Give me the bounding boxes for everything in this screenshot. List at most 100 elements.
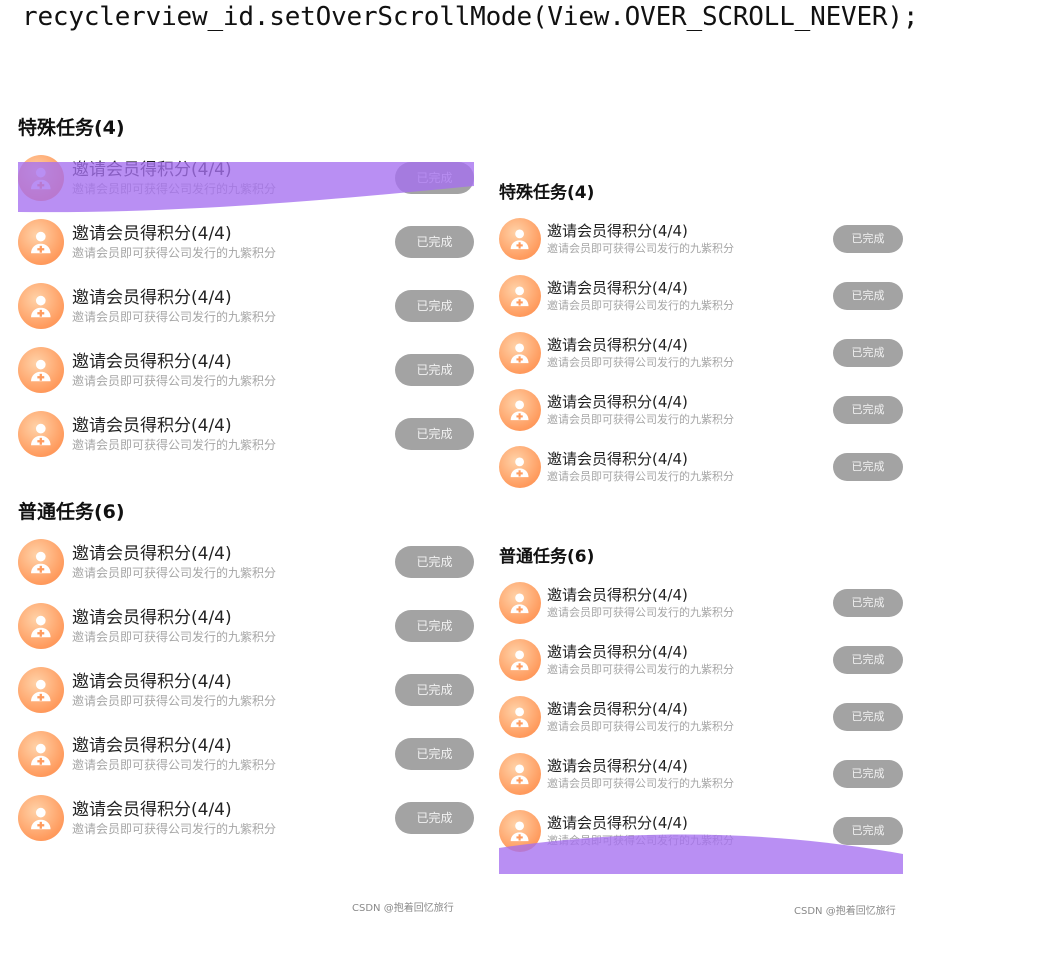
task-row[interactable]: 邀请会员得积分(4/4) 邀请会员即可获得公司发行的九紫积分 已完成	[18, 722, 474, 786]
task-description: 邀请会员即可获得公司发行的九紫积分	[72, 374, 277, 388]
completed-button[interactable]: 已完成	[833, 645, 903, 674]
task-description: 邀请会员即可获得公司发行的九紫积分	[72, 566, 277, 580]
task-title: 邀请会员得积分(4/4)	[72, 224, 232, 244]
task-title: 邀请会员得积分(4/4)	[547, 643, 688, 661]
task-title: 邀请会员得积分(4/4)	[72, 288, 232, 308]
completed-button[interactable]: 已完成	[395, 418, 474, 450]
task-title: 邀请会员得积分(4/4)	[72, 160, 232, 180]
task-row[interactable]: 邀请会员得积分(4/4) 邀请会员即可获得公司发行的九紫积分 已完成	[18, 210, 474, 274]
task-title: 邀请会员得积分(4/4)	[72, 352, 232, 372]
task-row[interactable]: 邀请会员得积分(4/4) 邀请会员即可获得公司发行的九紫积分 已完成	[18, 594, 474, 658]
task-title: 邀请会员得积分(4/4)	[547, 336, 688, 354]
task-row[interactable]: 邀请会员得积分(4/4) 邀请会员即可获得公司发行的九紫积分 已完成	[499, 381, 903, 438]
completed-button[interactable]: 已完成	[395, 162, 474, 194]
task-row[interactable]: 邀请会员得积分(4/4) 邀请会员即可获得公司发行的九紫积分 已完成	[499, 802, 903, 859]
person-add-icon	[18, 219, 64, 265]
completed-button[interactable]: 已完成	[395, 610, 474, 642]
section-title-special: 特殊任务(4)	[18, 117, 125, 139]
completed-button[interactable]: 已完成	[395, 546, 474, 578]
special-task-list[interactable]: 邀请会员得积分(4/4) 邀请会员即可获得公司发行的九紫积分 已完成 邀请会员得积分(…	[18, 146, 474, 466]
task-row[interactable]: 邀请会员得积分(4/4) 邀请会员即可获得公司发行的九紫积分 已完成	[499, 438, 903, 495]
task-row[interactable]: 邀请会员得积分(4/4) 邀请会员即可获得公司发行的九紫积分 已完成	[499, 688, 903, 745]
task-description: 邀请会员即可获得公司发行的九紫积分	[547, 720, 734, 733]
task-title: 邀请会员得积分(4/4)	[547, 700, 688, 718]
task-row[interactable]: 邀请会员得积分(4/4) 邀请会员即可获得公司发行的九紫积分 已完成	[499, 210, 903, 267]
task-text: 邀请会员得积分(4/4) 邀请会员即可获得公司发行的九紫积分	[72, 224, 395, 260]
special-task-list[interactable]: 邀请会员得积分(4/4) 邀请会员即可获得公司发行的九紫积分 已完成 邀请会员得积分(…	[499, 210, 903, 495]
task-text: 邀请会员得积分(4/4) 邀请会员即可获得公司发行的九紫积分	[72, 416, 395, 452]
person-add-icon	[499, 752, 541, 795]
completed-button[interactable]: 已完成	[833, 702, 903, 731]
task-title: 邀请会员得积分(4/4)	[547, 393, 688, 411]
task-row[interactable]: 邀请会员得积分(4/4) 邀请会员即可获得公司发行的九紫积分 已完成	[499, 631, 903, 688]
task-description: 邀请会员即可获得公司发行的九紫积分	[72, 822, 277, 836]
task-title: 邀请会员得积分(4/4)	[547, 586, 688, 604]
task-description: 邀请会员即可获得公司发行的九紫积分	[547, 413, 734, 426]
completed-button[interactable]: 已完成	[833, 759, 903, 788]
task-title: 邀请会员得积分(4/4)	[72, 608, 232, 628]
completed-button[interactable]: 已完成	[395, 674, 474, 706]
completed-button[interactable]: 已完成	[833, 816, 903, 845]
person-add-icon	[18, 603, 64, 649]
task-text: 邀请会员得积分(4/4) 邀请会员即可获得公司发行的九紫积分	[547, 643, 833, 676]
task-text: 邀请会员得积分(4/4) 邀请会员即可获得公司发行的九紫积分	[72, 672, 395, 708]
task-row[interactable]: 邀请会员得积分(4/4) 邀请会员即可获得公司发行的九紫积分 已完成	[499, 574, 903, 631]
person-add-icon	[18, 539, 64, 585]
task-description: 邀请会员即可获得公司发行的九紫积分	[547, 777, 734, 790]
task-title: 邀请会员得积分(4/4)	[547, 814, 688, 832]
task-description: 邀请会员即可获得公司发行的九紫积分	[72, 246, 277, 260]
completed-button[interactable]: 已完成	[833, 224, 903, 253]
task-row[interactable]: 邀请会员得积分(4/4) 邀请会员即可获得公司发行的九紫积分 已完成	[18, 402, 474, 466]
task-text: 邀请会员得积分(4/4) 邀请会员即可获得公司发行的九紫积分	[547, 450, 833, 483]
normal-task-list[interactable]: 邀请会员得积分(4/4) 邀请会员即可获得公司发行的九紫积分 已完成 邀请会员得积分(…	[499, 574, 903, 859]
completed-button[interactable]: 已完成	[395, 226, 474, 258]
task-text: 邀请会员得积分(4/4) 邀请会员即可获得公司发行的九紫积分	[72, 608, 395, 644]
task-description: 邀请会员即可获得公司发行的九紫积分	[547, 299, 734, 312]
task-row[interactable]: 邀请会员得积分(4/4) 邀请会员即可获得公司发行的九紫积分 已完成	[499, 745, 903, 802]
task-text: 邀请会员得积分(4/4) 邀请会员即可获得公司发行的九紫积分	[547, 757, 833, 790]
completed-button[interactable]: 已完成	[395, 354, 474, 386]
task-text: 邀请会员得积分(4/4) 邀请会员即可获得公司发行的九紫积分	[547, 814, 833, 847]
task-text: 邀请会员得积分(4/4) 邀请会员即可获得公司发行的九紫积分	[547, 336, 833, 369]
task-row[interactable]: 邀请会员得积分(4/4) 邀请会员即可获得公司发行的九紫积分 已完成	[18, 146, 474, 210]
person-add-icon	[499, 695, 541, 738]
completed-button[interactable]: 已完成	[833, 395, 903, 424]
completed-button[interactable]: 已完成	[833, 338, 903, 367]
task-row[interactable]: 邀请会员得积分(4/4) 邀请会员即可获得公司发行的九紫积分 已完成	[18, 658, 474, 722]
task-description: 邀请会员即可获得公司发行的九紫积分	[72, 694, 277, 708]
task-row[interactable]: 邀请会员得积分(4/4) 邀请会员即可获得公司发行的九紫积分 已完成	[18, 530, 474, 594]
completed-button[interactable]: 已完成	[395, 802, 474, 834]
completed-button[interactable]: 已完成	[833, 588, 903, 617]
person-add-icon	[18, 795, 64, 841]
person-add-icon	[18, 667, 64, 713]
task-text: 邀请会员得积分(4/4) 邀请会员即可获得公司发行的九紫积分	[72, 544, 395, 580]
normal-task-list[interactable]: 邀请会员得积分(4/4) 邀请会员即可获得公司发行的九紫积分 已完成 邀请会员得积分(…	[18, 530, 474, 850]
task-description: 邀请会员即可获得公司发行的九紫积分	[547, 356, 734, 369]
task-description: 邀请会员即可获得公司发行的九紫积分	[72, 630, 277, 644]
task-text: 邀请会员得积分(4/4) 邀请会员即可获得公司发行的九紫积分	[547, 279, 833, 312]
completed-button[interactable]: 已完成	[395, 290, 474, 322]
watermark-right: CSDN @抱着回忆旅行	[794, 906, 896, 917]
task-description: 邀请会员即可获得公司发行的九紫积分	[72, 310, 277, 324]
person-add-icon	[18, 155, 64, 201]
completed-button[interactable]: 已完成	[833, 452, 903, 481]
task-title: 邀请会员得积分(4/4)	[72, 800, 232, 820]
completed-button[interactable]: 已完成	[395, 738, 474, 770]
completed-button[interactable]: 已完成	[833, 281, 903, 310]
task-text: 邀请会员得积分(4/4) 邀请会员即可获得公司发行的九紫积分	[547, 393, 833, 426]
section-title-normal: 普通任务(6)	[499, 547, 595, 567]
person-add-icon	[499, 809, 541, 852]
task-row[interactable]: 邀请会员得积分(4/4) 邀请会员即可获得公司发行的九紫积分 已完成	[18, 786, 474, 850]
task-row[interactable]: 邀请会员得积分(4/4) 邀请会员即可获得公司发行的九紫积分 已完成	[18, 338, 474, 402]
task-row[interactable]: 邀请会员得积分(4/4) 邀请会员即可获得公司发行的九紫积分 已完成	[499, 267, 903, 324]
task-description: 邀请会员即可获得公司发行的九紫积分	[72, 182, 277, 196]
task-row[interactable]: 邀请会员得积分(4/4) 邀请会员即可获得公司发行的九紫积分 已完成	[499, 324, 903, 381]
task-text: 邀请会员得积分(4/4) 邀请会员即可获得公司发行的九紫积分	[72, 736, 395, 772]
task-row[interactable]: 邀请会员得积分(4/4) 邀请会员即可获得公司发行的九紫积分 已完成	[18, 274, 474, 338]
section-title-normal: 普通任务(6)	[18, 501, 125, 523]
task-text: 邀请会员得积分(4/4) 邀请会员即可获得公司发行的九紫积分	[72, 288, 395, 324]
task-text: 邀请会员得积分(4/4) 邀请会员即可获得公司发行的九紫积分	[547, 586, 833, 619]
task-text: 邀请会员得积分(4/4) 邀请会员即可获得公司发行的九紫积分	[72, 352, 395, 388]
task-text: 邀请会员得积分(4/4) 邀请会员即可获得公司发行的九紫积分	[547, 222, 833, 255]
person-add-icon	[499, 581, 541, 624]
